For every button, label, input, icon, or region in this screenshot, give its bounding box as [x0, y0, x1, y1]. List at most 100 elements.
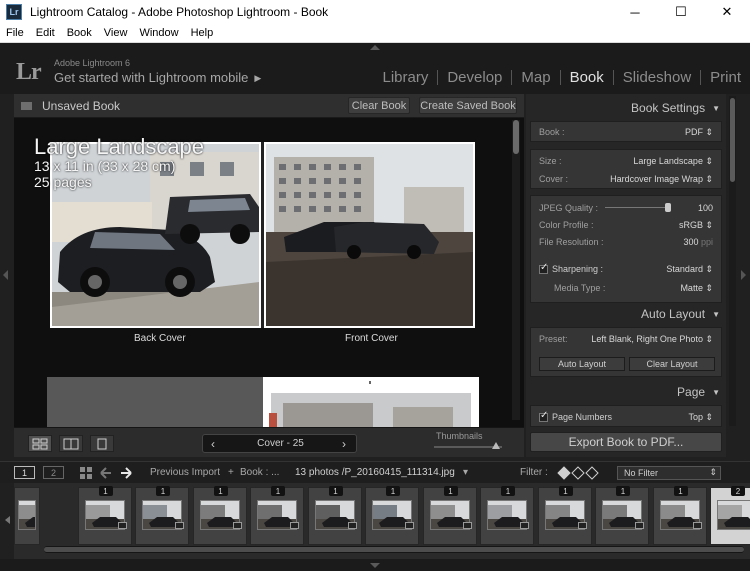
menu-book[interactable]: Book	[61, 27, 98, 39]
right-panel-toggle-icon[interactable]	[741, 270, 746, 280]
preset-value[interactable]: Left Blank, Right One Photo ⇕	[591, 334, 713, 345]
jpeg-quality-value[interactable]: 100	[698, 203, 713, 213]
output-group: JPEG Quality :100 Color Profile : sRGB ⇕ …	[530, 195, 722, 303]
right-panel-scrollbar-thumb[interactable]	[730, 98, 735, 182]
file-resolution-value[interactable]: 300	[683, 237, 698, 247]
page-spread-1[interactable]	[47, 377, 479, 427]
book-type-value[interactable]: PDF ⇕	[685, 127, 713, 138]
sharpening-value[interactable]: Standard ⇕	[666, 264, 713, 275]
size-value[interactable]: Large Landscape ⇕	[633, 156, 713, 167]
filmstrip-scrollbar-thumb[interactable]	[44, 547, 744, 552]
book-settings-header[interactable]: Book Settings ▼	[631, 98, 720, 118]
close-button[interactable]: ✕	[704, 0, 750, 24]
module-develop[interactable]: Develop	[438, 69, 511, 86]
book-type-row[interactable]: Book : PDF ⇕	[539, 125, 713, 139]
photo-source-dropdown-icon[interactable]: ▾	[463, 467, 468, 478]
bottom-panel-toggle-icon[interactable]	[370, 563, 380, 568]
thumbnails-size-slider[interactable]	[434, 442, 502, 449]
filmstrip-frame[interactable]: 1	[307, 486, 362, 545]
left-panel-toggle-icon[interactable]	[3, 270, 8, 280]
single-page-view-button[interactable]	[90, 435, 114, 452]
media-type-row[interactable]: Media Type : Matte ⇕	[539, 281, 713, 295]
clear-book-button[interactable]: Clear Book	[348, 97, 410, 114]
page-section-header[interactable]: Page ▼	[677, 382, 720, 402]
size-row[interactable]: Size : Large Landscape ⇕	[539, 154, 713, 168]
file-resolution-field[interactable]: 300 ppi	[683, 237, 713, 247]
module-map[interactable]: Map	[512, 69, 559, 86]
badge-icon	[577, 522, 587, 529]
preset-row[interactable]: Preset: Left Blank, Right One Photo ⇕	[539, 332, 713, 346]
maximize-button[interactable]: ☐	[658, 0, 704, 24]
filmstrip-frame[interactable]: 1	[537, 486, 592, 545]
grid-icon[interactable]	[80, 467, 92, 479]
menu-view[interactable]: View	[98, 27, 134, 39]
create-saved-book-button[interactable]: Create Saved Book	[419, 97, 517, 114]
module-library[interactable]: Library	[373, 69, 437, 86]
breadcrumb-book[interactable]: Book : ...	[240, 467, 279, 478]
front-cover-page[interactable]	[264, 142, 475, 328]
right-photo-page[interactable]	[263, 377, 479, 427]
sharpening-checkbox[interactable]	[539, 262, 548, 274]
menu-edit[interactable]: Edit	[30, 27, 61, 39]
book-type-label: Book :	[539, 127, 565, 137]
clear-layout-button[interactable]: Clear Layout	[629, 357, 715, 371]
second-screen-button[interactable]: 2	[43, 466, 64, 479]
jpeg-quality-knob[interactable]	[665, 203, 671, 212]
module-slideshow[interactable]: Slideshow	[614, 69, 700, 86]
cover-value[interactable]: Hardcover Image Wrap ⇕	[610, 174, 713, 185]
filmstrip-frame[interactable]: 1	[77, 486, 132, 545]
filmstrip-frame[interactable]: 1	[365, 486, 419, 545]
collapse-triangle-icon: ▼	[712, 387, 720, 397]
flag-filter-icon[interactable]	[556, 466, 602, 480]
filmstrip-frame[interactable]: 1	[135, 486, 189, 545]
minimize-button[interactable]: ─	[612, 0, 658, 24]
book-size-title: Large Landscape	[34, 134, 205, 159]
multi-page-view-button[interactable]	[28, 435, 52, 452]
color-profile-value[interactable]: sRGB ⇕	[679, 220, 713, 231]
export-book-to-pdf-button[interactable]: Export Book to PDF...	[530, 432, 722, 452]
top-panel-toggle-icon[interactable]	[370, 45, 380, 50]
module-book[interactable]: Book	[561, 69, 613, 86]
filmstrip-frame[interactable]: 2	[710, 486, 750, 545]
filmstrip-scrollbar[interactable]	[44, 546, 744, 553]
filmstrip-frame[interactable]: 1	[192, 486, 247, 545]
badge-icon	[175, 522, 184, 529]
page-numbers-row[interactable]: Page Numbers Top ⇕	[539, 410, 713, 424]
filmstrip-frame[interactable]: 1	[595, 486, 649, 545]
filter-preset-dropdown[interactable]: No Filter ⇕	[617, 466, 721, 480]
color-profile-row[interactable]: Color Profile : sRGB ⇕	[539, 218, 713, 232]
page-numbers-checkbox[interactable]	[539, 410, 548, 422]
next-page-arrow-icon[interactable]: ›	[342, 437, 346, 451]
main-screen-button[interactable]: 1	[14, 466, 35, 479]
thumbnails-slider-knob[interactable]	[492, 442, 500, 449]
blank-left-page[interactable]	[47, 377, 263, 427]
media-type-label: Media Type :	[554, 283, 606, 293]
filmstrip-frame[interactable]: 1	[652, 486, 707, 545]
back-arrow-icon[interactable]	[100, 467, 112, 479]
menu-file[interactable]: File	[0, 27, 30, 39]
auto-layout-header[interactable]: Auto Layout ▼	[641, 304, 720, 324]
canvas-scrollbar-thumb[interactable]	[513, 120, 519, 154]
module-print[interactable]: Print	[701, 69, 750, 86]
media-type-value[interactable]: Matte ⇕	[680, 283, 713, 294]
filmstrip-left-arrow-icon[interactable]	[5, 516, 10, 524]
canvas-scrollbar[interactable]	[512, 120, 520, 420]
page-numbers-value[interactable]: Top ⇕	[688, 412, 713, 423]
filmstrip-frame[interactable]	[14, 487, 40, 545]
forward-arrow-icon[interactable]	[120, 467, 132, 479]
cover-row[interactable]: Cover : Hardcover Image Wrap ⇕	[539, 172, 713, 186]
jpeg-quality-slider[interactable]	[605, 203, 671, 212]
photo-count-label[interactable]: 13 photos /P_20160415_111314.jpg	[295, 467, 455, 478]
sharpening-row[interactable]: Sharpening : Standard ⇕	[539, 262, 713, 276]
filmstrip-frame[interactable]: 1	[250, 486, 304, 545]
spread-view-button[interactable]	[59, 435, 83, 452]
get-started-mobile-link[interactable]: Get started with Lightroom mobile ▶	[54, 70, 261, 85]
auto-layout-button[interactable]: Auto Layout	[539, 357, 625, 371]
right-panel-scrollbar[interactable]	[729, 96, 736, 426]
menu-help[interactable]: Help	[185, 27, 220, 39]
source-previous-import[interactable]: Previous Import	[150, 467, 220, 478]
filmstrip-frame[interactable]: 1	[422, 486, 477, 545]
badge-icon	[692, 522, 702, 529]
menu-window[interactable]: Window	[133, 27, 184, 39]
filmstrip-frame[interactable]: 1	[480, 486, 534, 545]
